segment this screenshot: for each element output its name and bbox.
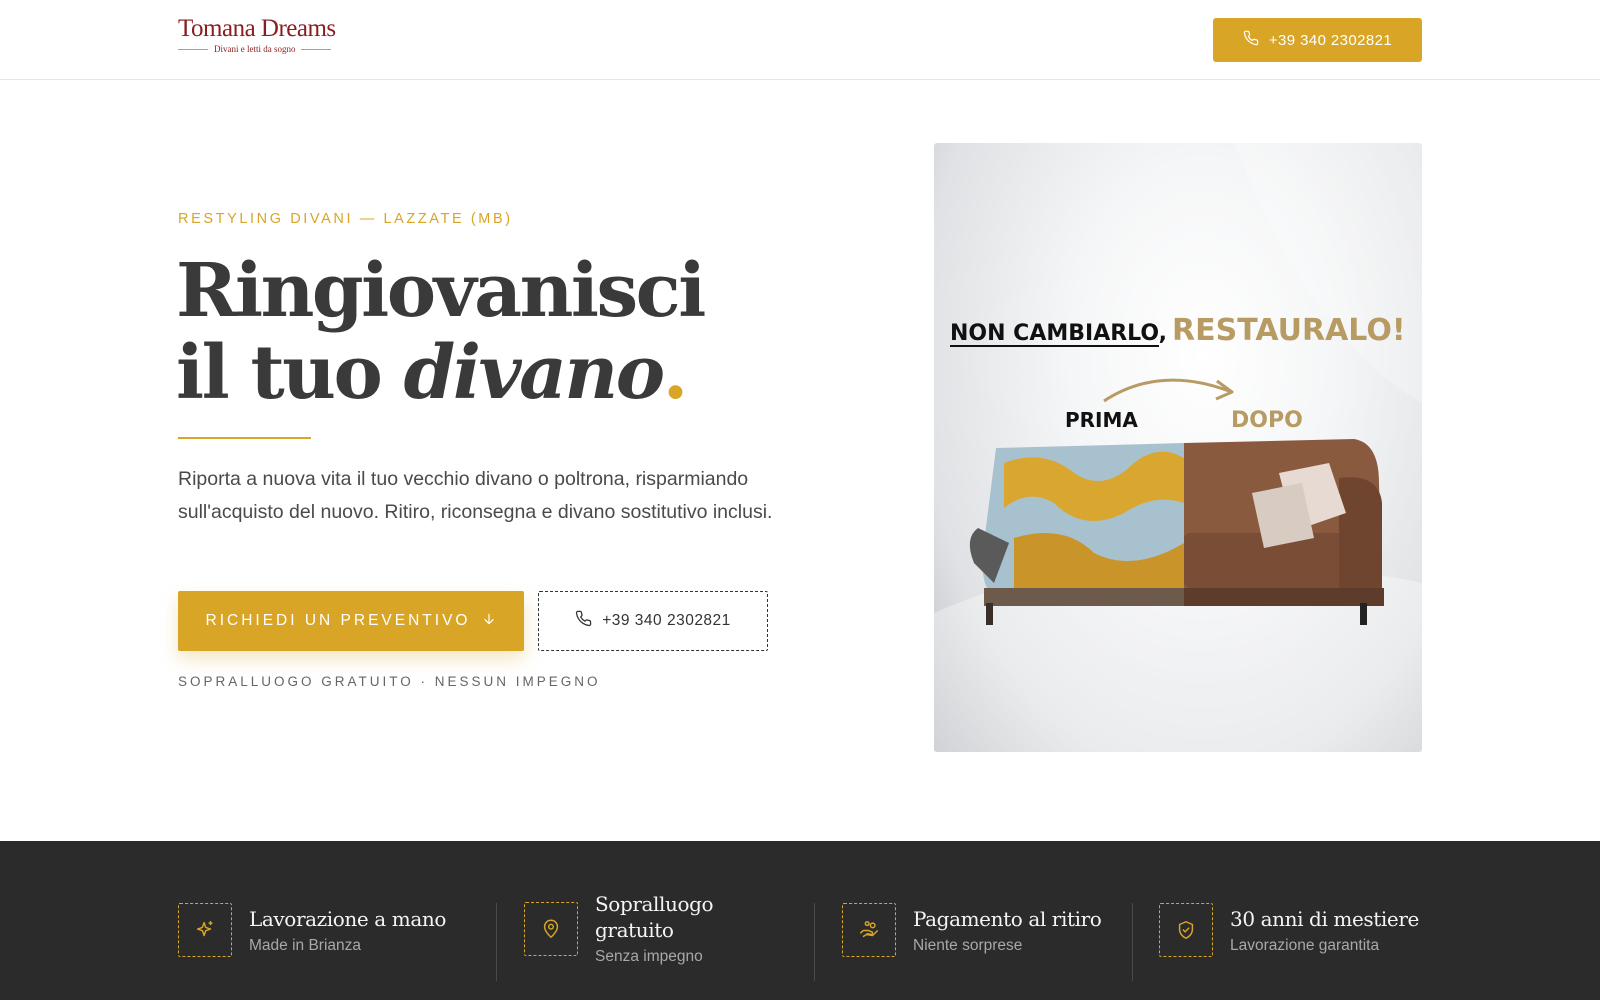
before-after-image: NON CAMBIARLO, RESTAURALO! PRIMA DOPO [934, 143, 1422, 752]
feature-handmade: Lavorazione a mano Made in Brianza [178, 903, 446, 957]
hero-fineprint: SOPRALLUOGO GRATUITO · NESSUN IMPEGNO [178, 674, 601, 689]
feature-divider [1132, 903, 1133, 981]
call-button-label: +39 340 2302821 [602, 612, 731, 629]
feature-payment: Pagamento al ritiro Niente sorprese [842, 903, 1102, 957]
feature-divider [814, 903, 815, 981]
image-headline-part2: RESTAURALO! [1172, 313, 1406, 348]
logo[interactable]: Tomana Dreams Divani e letti da sogno [178, 14, 358, 62]
logo-text: Tomana Dreams [178, 15, 336, 42]
hero-title: Ringiovanisci il tuo divano. [176, 248, 706, 416]
feature-title: Lavorazione a mano [249, 906, 446, 931]
logo-tagline-row: Divani e letti da sogno [178, 44, 358, 54]
features-band: Lavorazione a mano Made in Brianza Sopra… [0, 841, 1600, 1000]
shield-check-icon [1159, 903, 1213, 957]
logo-tagline: Divani e letti da sogno [214, 44, 296, 54]
feature-subtitle: Senza impegno [595, 948, 703, 965]
map-pin-icon [524, 901, 578, 956]
arrow-down-icon [482, 612, 496, 631]
logo-rule-left [178, 48, 208, 50]
sparkle-icon [178, 903, 232, 957]
feature-subtitle: Niente sorprese [913, 936, 1023, 954]
feature-divider [496, 903, 497, 981]
hero-description: Riporta a nuova vita il tuo vecchio diva… [178, 468, 773, 523]
hero-title-italic: divano [403, 330, 665, 416]
call-button[interactable]: +39 340 2302821 [538, 591, 768, 651]
feature-subtitle: Lavorazione garantita [1230, 936, 1380, 954]
feature-title: 30 anni di mestiere [1230, 906, 1419, 931]
feature-experience: 30 anni di mestiere Lavorazione garantit… [1159, 903, 1419, 957]
phone-icon [1243, 30, 1259, 50]
feature-title: Pagamento al ritiro [913, 906, 1102, 931]
hero-title-line2-prefix: il tuo [176, 330, 404, 416]
image-label-before: PRIMA [1065, 408, 1138, 432]
sofa-before-illustration [969, 443, 1184, 625]
sofa-after-illustration [1184, 439, 1384, 625]
phone-icon [575, 610, 592, 632]
feature-subtitle: Made in Brianza [249, 936, 362, 954]
site-header: Tomana Dreams Divani e letti da sogno +3… [0, 0, 1600, 80]
image-headline-part1: NON CAMBIARLO, [950, 321, 1167, 346]
image-label-after: DOPO [1231, 408, 1303, 433]
request-quote-label: RICHIEDI UN PREVENTIVO [205, 612, 471, 629]
feature-title: Sopralluogo gratuito [595, 892, 714, 942]
request-quote-button[interactable]: RICHIEDI UN PREVENTIVO [178, 591, 524, 651]
hero-title-line1: Ringiovanisci [176, 248, 706, 334]
hero-kicker: RESTYLING DIVANI — LAZZATE (MB) [178, 211, 513, 227]
feature-free-inspection: Sopralluogo gratuito Senza impegno [524, 891, 730, 966]
title-underline [178, 437, 311, 439]
logo-rule-right [301, 48, 332, 50]
hand-coins-icon [842, 903, 896, 957]
hero-title-dot: . [662, 330, 689, 416]
header-phone-label: +39 340 2302821 [1268, 31, 1393, 49]
header-phone-button[interactable]: +39 340 2302821 [1213, 18, 1422, 62]
